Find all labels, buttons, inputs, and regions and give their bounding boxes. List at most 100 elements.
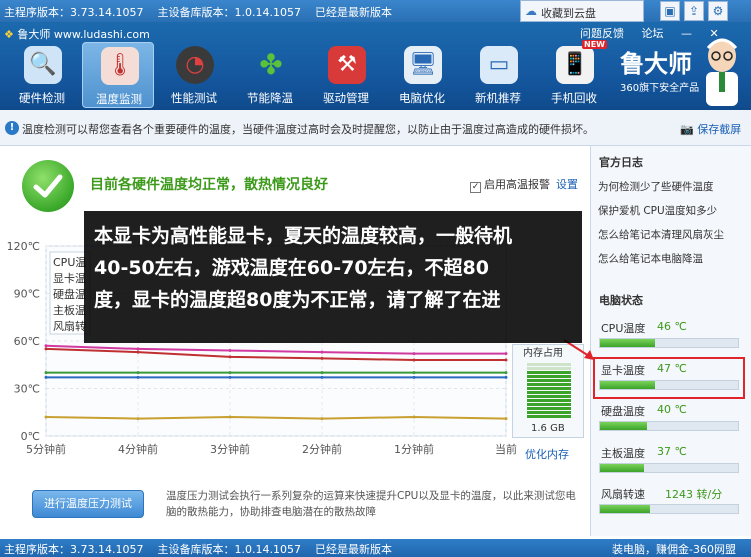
x-tick-label: 2分钟前 [302, 442, 342, 456]
memory-label: 内存占用 [523, 348, 563, 359]
nav-phone-recycle[interactable]: 📱 NEW 手机回收 [538, 40, 610, 108]
data-point [136, 371, 140, 375]
y-tick-label: 30℃ [14, 383, 40, 396]
x-tick-label: 4分钟前 [118, 442, 158, 456]
sensor-level-bar [600, 422, 647, 430]
data-point [412, 415, 416, 419]
speedometer-icon: ◔ [176, 46, 214, 84]
sensor-level-bar [600, 464, 645, 472]
memory-bars [527, 363, 571, 418]
data-point [320, 417, 324, 421]
nav-performance-test[interactable]: ◔ 性能测试 [158, 42, 230, 108]
cloud-icon: ☁ [525, 4, 537, 18]
caption-line: 本显卡为高性能显卡，夏天的温度较高，一般待机 [94, 225, 513, 247]
info-text: 温度检测可以帮您查看各个重要硬件的温度，当硬件温度过高时会及时提醒您，以防止由于… [22, 123, 594, 136]
data-point [136, 375, 140, 379]
alarm-checkbox[interactable]: ✓ [470, 182, 481, 193]
caption-overlay: 本显卡为高性能显卡，夏天的温度较高，一般待机 40-50左右，游戏温度在60-7… [84, 211, 582, 343]
save-to-cloud-button[interactable]: ☁ 收藏到云盘 [520, 0, 644, 22]
data-point [136, 347, 140, 351]
data-point [44, 375, 48, 379]
forum-link[interactable]: 论坛 [642, 27, 664, 40]
nav-new-pc[interactable]: ▭ 新机推荐 [462, 42, 534, 108]
data-point [412, 358, 416, 362]
memory-bar-segment [527, 407, 571, 410]
news-item[interactable]: 为何检测少了些硬件温度 [598, 179, 714, 194]
latest-status: 已经是最新版本 [314, 6, 392, 19]
legend-entry: 主板温 [53, 303, 86, 317]
memory-bar-segment [527, 371, 571, 374]
memory-bar-segment [527, 411, 571, 414]
sensor-fan: 风扇转速 1243 转/分 [599, 486, 739, 526]
data-point [412, 371, 416, 375]
phone-icon: 📱 [556, 46, 594, 84]
y-tick-label: 120℃ [7, 240, 40, 253]
thermometer-icon: 🌡 [101, 47, 139, 85]
minimize-icon[interactable]: — [681, 27, 692, 40]
data-point [228, 371, 232, 375]
sensor-disk: 硬盘温度 40 ℃ [599, 403, 739, 443]
nav-driver-management[interactable]: ⚒ 驱动管理 [310, 42, 382, 108]
official-log-title: 官方日志 [599, 156, 643, 169]
nav-pc-optimize[interactable]: 🖥 电脑优化 [386, 42, 458, 108]
memory-bar-segment [527, 379, 571, 382]
status-text: 目前各硬件温度均正常，散热情况良好 [90, 177, 328, 193]
feedback-link[interactable]: 问题反馈 [580, 27, 624, 40]
data-point [412, 375, 416, 379]
memory-size: 1.6 GB [531, 423, 565, 434]
data-point [504, 358, 508, 362]
data-point [44, 415, 48, 419]
news-item[interactable]: 怎么给笔记本清理风扇灰尘 [598, 227, 724, 242]
settings-icon[interactable]: ⚙ [708, 1, 728, 21]
data-point [320, 371, 324, 375]
data-point [320, 350, 324, 354]
optimize-memory-link[interactable]: 优化内存 [525, 446, 569, 462]
save-screenshot-button[interactable]: 📷 保存截屏 [680, 121, 741, 137]
x-tick-label: 1分钟前 [394, 442, 434, 456]
x-tick-label: 当前 [495, 442, 517, 456]
latest-status: 已经是最新版本 [314, 543, 392, 556]
sensor-motherboard: 主板温度 37 ℃ [599, 445, 739, 485]
monitor-magnifier-icon: 🔍 [24, 46, 62, 84]
stress-test-button[interactable]: 进行温度压力测试 [32, 490, 144, 518]
caption-line: 度，显卡的温度超80度为不正常，请了解了在进 [94, 289, 501, 311]
memory-bar-segment [527, 383, 571, 386]
caption-line: 40-50左右，游戏温度在60-70左右，不超80 [94, 257, 489, 279]
settings-link[interactable]: 设置 [556, 178, 578, 191]
data-point [228, 375, 232, 379]
x-tick-label: 3分钟前 [210, 442, 250, 456]
data-point [504, 417, 508, 421]
save-icon[interactable]: ▣ [660, 1, 680, 21]
data-point [504, 352, 508, 356]
memory-bar-segment [527, 415, 571, 418]
data-point [320, 356, 324, 360]
nav-hardware-check[interactable]: 🔍 硬件检测 [6, 42, 78, 108]
data-point [44, 371, 48, 375]
data-point [228, 355, 232, 359]
news-item[interactable]: 怎么给笔记本电脑降温 [598, 251, 703, 266]
pc-status-title: 电脑状态 [599, 294, 643, 307]
memory-bar-segment [527, 395, 571, 398]
device-db-version: 主设备库版本：1.0.14.1057 [157, 543, 301, 556]
toolbox-icon: ⚒ [328, 46, 366, 84]
legend-entry: 风扇转 [53, 319, 86, 333]
leaf-icon: ✤ [259, 48, 283, 81]
info-bar: ! 温度检测可以帮您查看各个重要硬件的温度，当硬件温度过高时会及时提醒您，以防止… [0, 110, 751, 146]
news-item[interactable]: 保护爱机 CPU温度知多少 [598, 203, 717, 218]
computer-icon: 🖥 [404, 46, 442, 84]
share-icon[interactable]: ⇪ [684, 1, 704, 21]
program-version: 主程序版本：3.73.14.1057 [4, 543, 144, 556]
brand-subtitle: 360旗下安全产品 [620, 83, 700, 94]
bottom-status-bar: 主程序版本：3.73.14.1057 主设备库版本：1.0.14.1057 已经… [0, 539, 751, 557]
mascot-icon [706, 38, 738, 106]
nav-temperature-monitor[interactable]: 🌡 温度监测 [82, 42, 154, 108]
side-panel: 官方日志 为何检测少了些硬件温度 保护爱机 CPU温度知多少 怎么给笔记本清理风… [590, 146, 751, 536]
legend-entry: CPU温 [53, 256, 86, 269]
stress-test-description: 温度压力测试会执行一系列复杂的运算来快速提升CPU以及显卡的温度，以此来测试您电… [166, 490, 576, 518]
promo-link[interactable]: 装电脑，赚佣金-360网盟 [612, 541, 736, 557]
legend-entry: 硬盘温 [53, 287, 86, 301]
y-tick-label: 60℃ [14, 335, 40, 348]
data-point [320, 375, 324, 379]
check-icon [22, 160, 74, 212]
nav-energy-saving[interactable]: ✤ 节能降温 [234, 42, 306, 108]
